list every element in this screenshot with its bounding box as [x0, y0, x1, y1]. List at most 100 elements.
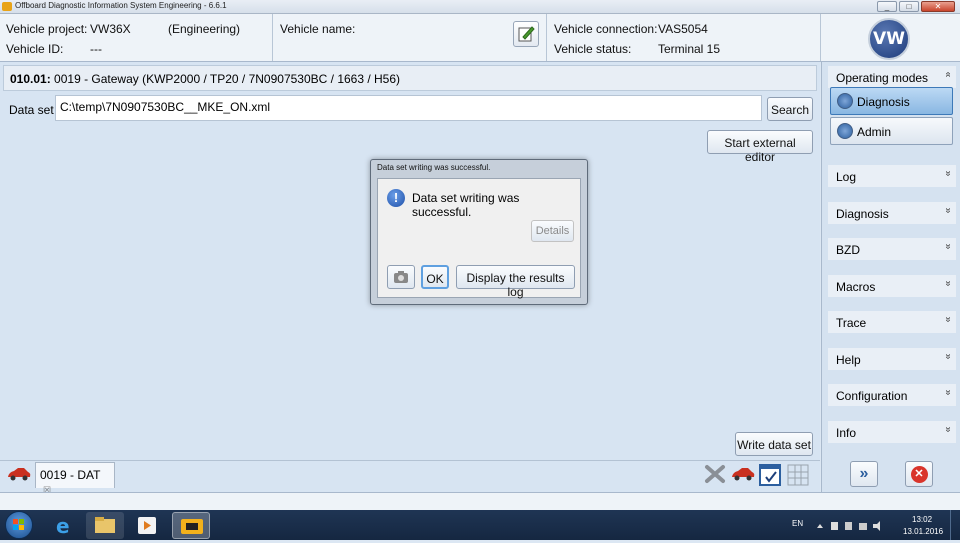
minimize-button[interactable]: _ — [877, 1, 897, 12]
vehicle-project-value: VW36X — [90, 22, 131, 36]
camera-icon — [394, 271, 408, 283]
language-indicator[interactable]: EN — [792, 519, 803, 528]
vehicle-connection-value: VAS5054 — [658, 22, 708, 36]
maximize-button[interactable]: □ — [899, 1, 919, 12]
disconnect-icon[interactable] — [704, 464, 726, 487]
chevron-down-icon: » — [942, 353, 954, 360]
sidebar-section-info[interactable]: Info » — [828, 421, 956, 443]
operating-modes-label: Operating modes — [836, 71, 929, 85]
details-button[interactable]: Details — [531, 220, 574, 242]
ecu-info-text: 010.01: 0019 - Gateway (KWP2000 / TP20 /… — [10, 72, 400, 86]
vehicle-car-icon[interactable] — [730, 467, 756, 484]
mode-diagnosis-button[interactable]: Diagnosis — [830, 87, 953, 115]
vehicle-header: Vehicle project: VW36X (Engineering) Veh… — [0, 14, 960, 62]
vehicle-status-label: Vehicle status: — [554, 42, 632, 56]
engineering-mode-label: (Engineering) — [168, 22, 241, 36]
windows-taskbar: e EN 13:02 13.01.2016 — [0, 510, 960, 540]
sidebar-section-help[interactable]: Help » — [828, 348, 956, 370]
media-player-taskbar-icon[interactable] — [128, 512, 166, 539]
chevron-down-icon: » — [942, 170, 954, 177]
sidebar: Operating modes » Diagnosis Admin Log » D… — [821, 62, 960, 492]
dialog-body: ! Data set writing was successful. Detai… — [377, 178, 581, 299]
vehicle-name-label: Vehicle name: — [280, 22, 356, 36]
clock-date[interactable]: 13.01.2016 — [903, 527, 943, 536]
sidebar-section-macros[interactable]: Macros » — [828, 275, 956, 297]
info-icon: ! — [387, 189, 405, 207]
dialog-message: Data set writing was successful. — [412, 191, 520, 219]
operating-modes-header[interactable]: Operating modes » — [828, 66, 956, 88]
vehicle-status-value: Terminal 15 — [658, 42, 721, 56]
edit-icon — [518, 26, 535, 42]
next-button[interactable]: » — [850, 461, 878, 487]
cancel-button[interactable]: ✕ — [905, 461, 933, 487]
chevron-down-icon: » — [942, 207, 954, 214]
chevron-down-icon: » — [942, 280, 954, 287]
sidebar-section-label: BZD — [836, 243, 860, 257]
show-desktop-button[interactable] — [950, 510, 960, 540]
sidebar-section-label: Trace — [836, 316, 867, 330]
explorer-taskbar-icon[interactable] — [86, 512, 124, 539]
mode-diagnosis-label: Diagnosis — [857, 95, 910, 109]
sidebar-section-log[interactable]: Log » — [828, 165, 956, 187]
sidebar-section-label: Help — [836, 353, 861, 367]
dataset-label: Data set — [9, 103, 54, 117]
edit-vehicle-name-button[interactable] — [513, 21, 539, 47]
dataset-path-field[interactable]: C:\temp\7N0907530BC__MKE_ON.xml — [55, 95, 762, 121]
vehicle-id-label: Vehicle ID: — [6, 42, 64, 56]
vehicle-project-cell: Vehicle project: VW36X (Engineering) Veh… — [0, 14, 273, 61]
chevron-down-icon: » — [942, 426, 954, 433]
tab-0019-dat[interactable]: 0019 - DAT ☒ — [35, 462, 115, 495]
cancel-icon: ✕ — [910, 466, 928, 483]
clock-time[interactable]: 13:02 — [912, 515, 932, 524]
chevron-down-icon: » — [942, 243, 954, 250]
search-button[interactable]: Search — [767, 97, 813, 121]
vehicle-name-cell: Vehicle name: — [274, 14, 547, 61]
window-title: Offboard Diagnostic Information System E… — [15, 1, 227, 10]
windows-logo-icon — [13, 519, 24, 530]
status-strip — [0, 492, 960, 510]
sidebar-section-label: Log — [836, 170, 857, 184]
svg-text:e: e — [56, 514, 70, 538]
app-icon — [2, 2, 12, 11]
success-dialog: Data set writing was successful. ! Data … — [370, 159, 588, 305]
sidebar-section-diagnosis[interactable]: Diagnosis » — [828, 202, 956, 224]
sidebar-section-bzd[interactable]: BZD » — [828, 238, 956, 260]
screenshot-button[interactable] — [387, 265, 415, 289]
start-external-editor-button[interactable]: Start external editor — [707, 130, 813, 164]
dialog-title: Data set writing was successful. — [377, 163, 491, 172]
chevron-up-icon: » — [942, 71, 954, 78]
mode-admin-button[interactable]: Admin — [830, 117, 953, 145]
vehicle-id-value: --- — [90, 42, 102, 56]
system-tray-icons[interactable] — [815, 520, 895, 531]
mode-admin-label: Admin — [857, 125, 892, 139]
sidebar-section-trace[interactable]: Trace » — [828, 311, 956, 333]
start-button[interactable] — [5, 511, 33, 539]
vw-logo: VW — [868, 18, 910, 60]
vehicle-project-label: Vehicle project: — [6, 22, 88, 36]
vehicle-connection-cell: Vehicle connection: VAS5054 Vehicle stat… — [548, 14, 821, 61]
odis-taskbar-icon[interactable] — [172, 512, 210, 539]
bottom-tab-bar — [0, 460, 820, 492]
sidebar-section-configuration[interactable]: Configuration » — [828, 384, 956, 406]
diagnosis-gear-icon — [837, 93, 853, 109]
ecu-description: 0019 - Gateway (KWP2000 / TP20 / 7N09075… — [54, 72, 401, 86]
checklist-window-icon[interactable] — [759, 464, 781, 489]
vehicle-connection-label: Vehicle connection: — [554, 22, 658, 36]
car-icon[interactable] — [6, 467, 32, 484]
ok-button[interactable]: OK — [421, 265, 449, 289]
close-button[interactable]: ✕ — [921, 1, 955, 12]
write-data-set-button[interactable]: Write data set — [735, 432, 813, 456]
internet-explorer-taskbar-icon[interactable]: e — [44, 512, 82, 539]
display-results-log-button[interactable]: Display the results log — [456, 265, 575, 299]
ecu-address: 010.01: — [10, 72, 51, 86]
sidebar-section-label: Macros — [836, 280, 876, 294]
chevron-down-icon: » — [942, 316, 954, 323]
ecu-info-bar: 010.01: 0019 - Gateway (KWP2000 / TP20 /… — [3, 65, 817, 91]
tab-label: 0019 - DAT — [40, 468, 101, 482]
chevron-down-icon: » — [942, 389, 954, 396]
window-title-bar[interactable]: Offboard Diagnostic Information System E… — [0, 0, 960, 14]
admin-gear-icon — [837, 123, 853, 139]
grid-table-icon[interactable] — [787, 464, 809, 489]
sidebar-section-label: Configuration — [836, 389, 908, 403]
vw-logo-text: VW — [873, 29, 905, 49]
